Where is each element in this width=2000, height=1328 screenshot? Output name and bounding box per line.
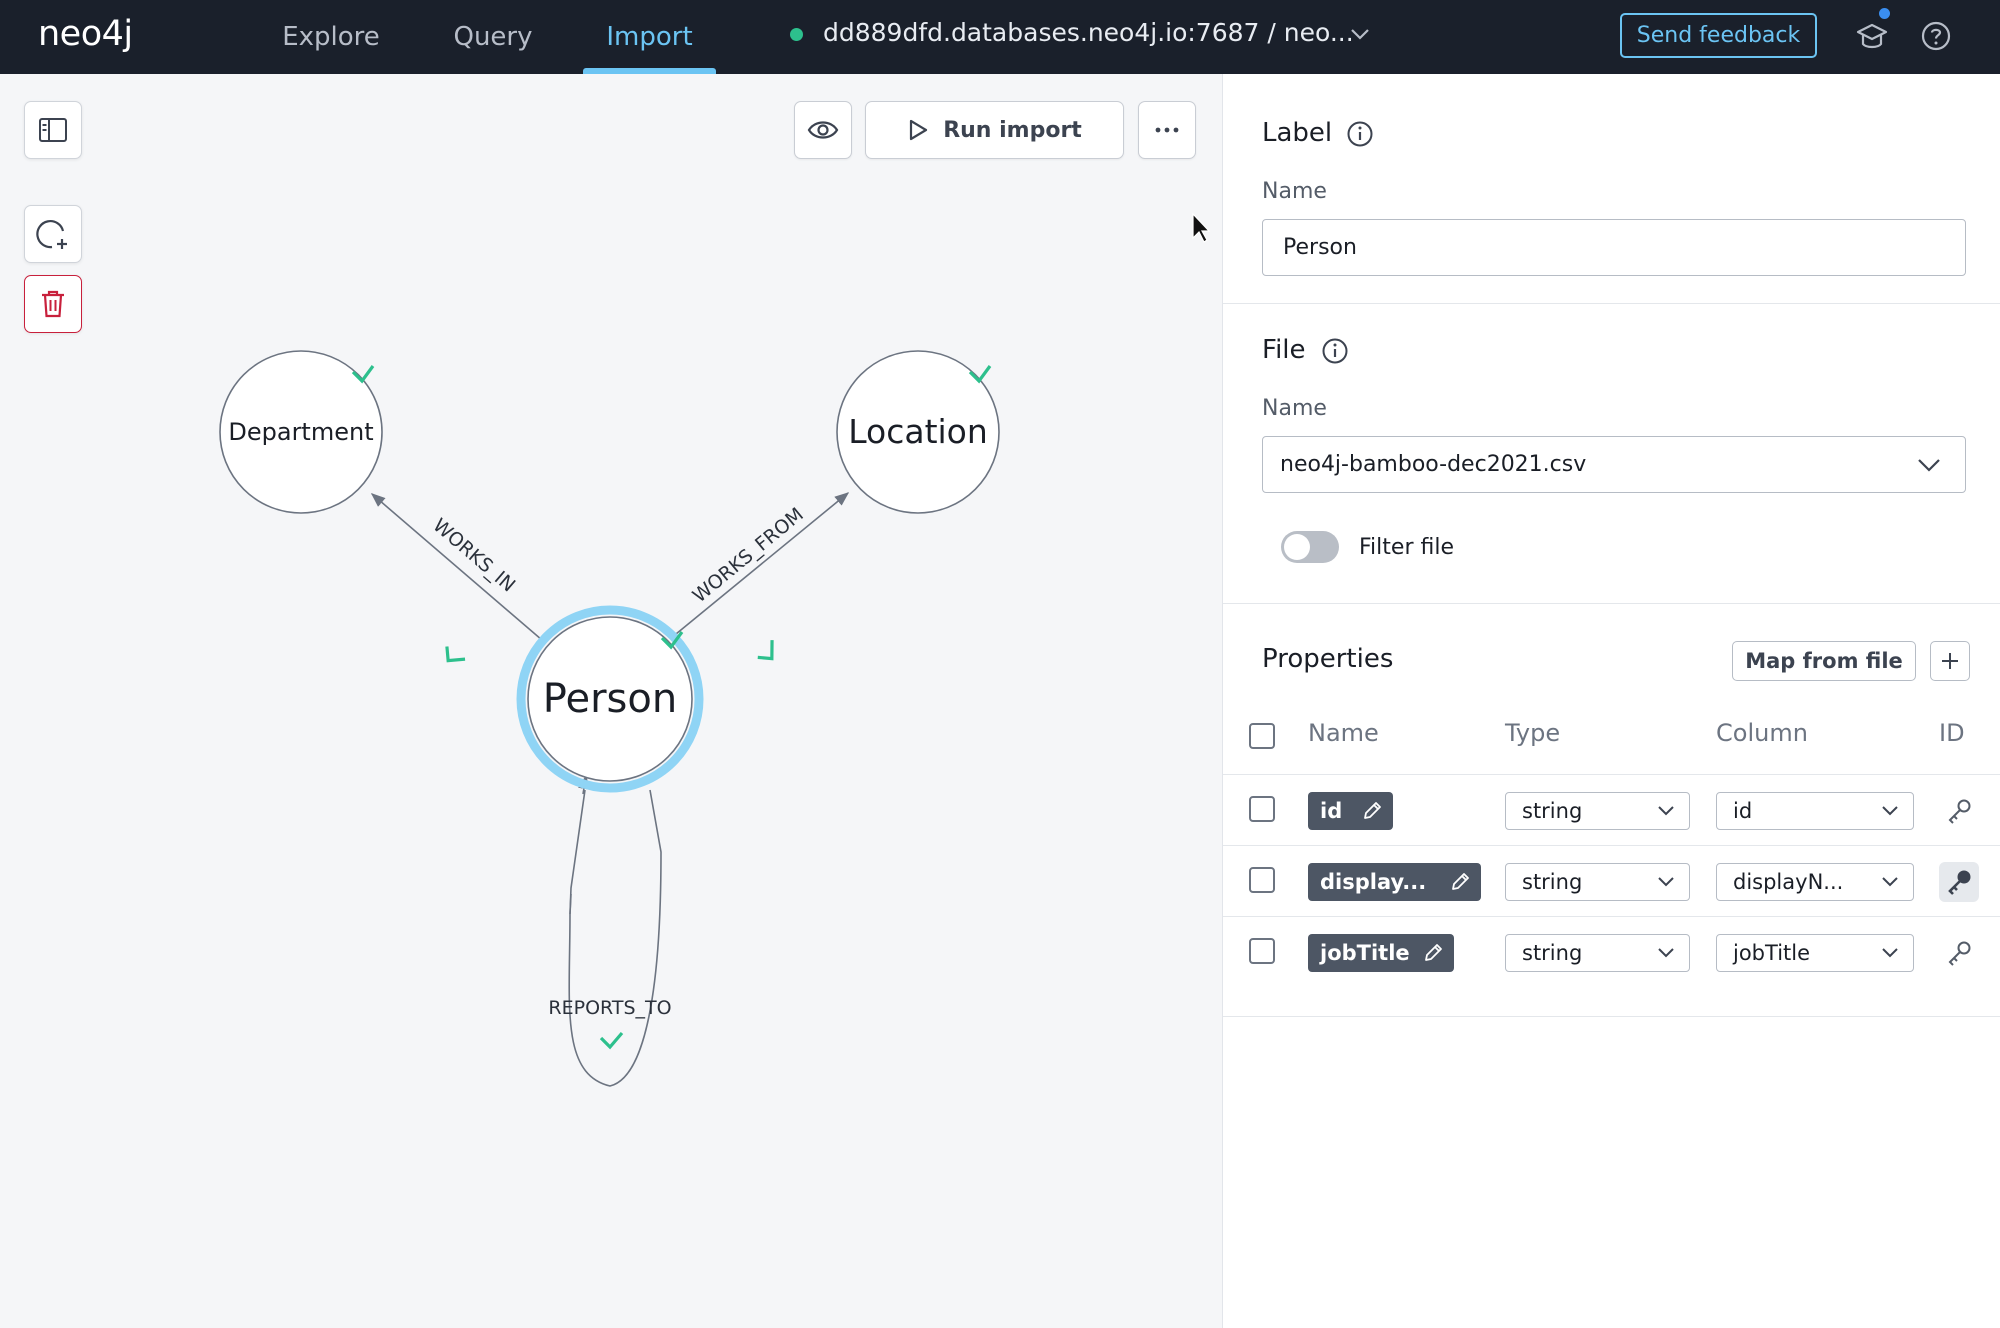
set-id-button[interactable] bbox=[1941, 935, 1977, 971]
row-checkbox[interactable] bbox=[1249, 938, 1275, 964]
relationship-works-in[interactable]: WORKS_IN bbox=[370, 493, 543, 668]
row-checkbox[interactable] bbox=[1249, 867, 1275, 893]
mouse-cursor-icon bbox=[1192, 212, 1211, 243]
relationship-works-from[interactable]: WORKS_FROM bbox=[675, 492, 850, 665]
add-property-button[interactable] bbox=[1930, 641, 1970, 681]
set-id-button[interactable] bbox=[1941, 793, 1977, 829]
column-header-id: ID bbox=[1939, 719, 1965, 747]
label-section-title: Label bbox=[1262, 118, 1333, 148]
property-column-value: jobTitle bbox=[1733, 941, 1811, 965]
pencil-icon[interactable] bbox=[1449, 871, 1471, 893]
mapped-check-icon bbox=[445, 646, 466, 663]
table-divider bbox=[1223, 774, 2000, 775]
column-header-name: Name bbox=[1308, 719, 1379, 747]
table-divider bbox=[1223, 1016, 2000, 1017]
relationship-label: WORKS_FROM bbox=[689, 503, 808, 607]
table-divider bbox=[1223, 916, 2000, 917]
nav-tab-import[interactable]: Import bbox=[583, 0, 716, 74]
pencil-icon[interactable] bbox=[1361, 800, 1383, 822]
chevron-down-icon bbox=[1882, 948, 1898, 958]
property-name: id bbox=[1320, 799, 1343, 823]
top-navigation-bar: neo4j Explore Query Import dd889dfd.data… bbox=[0, 0, 2000, 74]
file-select[interactable]: neo4j-bamboo-dec2021.csv bbox=[1262, 436, 1966, 493]
property-name: jobTitle bbox=[1320, 941, 1410, 965]
chevron-down-icon bbox=[1918, 459, 1940, 472]
filter-file-toggle[interactable] bbox=[1281, 531, 1339, 563]
key-icon bbox=[1948, 870, 1971, 895]
map-from-file-button[interactable]: Map from file bbox=[1732, 641, 1916, 681]
column-header-type: Type bbox=[1505, 719, 1561, 747]
connection-url[interactable]: dd889dfd.databases.neo4j.io:7687 / neo..… bbox=[823, 18, 1354, 47]
node-label: Department bbox=[228, 418, 373, 446]
info-icon[interactable] bbox=[1321, 337, 1349, 365]
plus-icon bbox=[1942, 653, 1958, 669]
property-type-select[interactable]: string bbox=[1505, 934, 1690, 972]
section-divider bbox=[1223, 603, 2000, 604]
node-department[interactable]: Department bbox=[219, 350, 383, 514]
neo4j-logo[interactable]: neo4j bbox=[38, 14, 133, 54]
property-column-value: displayN... bbox=[1733, 870, 1844, 894]
node-label: Person bbox=[543, 676, 677, 722]
file-select-value: neo4j-bamboo-dec2021.csv bbox=[1280, 452, 1587, 477]
relationship-reports-to[interactable]: REPORTS_TO bbox=[548, 774, 672, 1087]
column-header-column: Column bbox=[1716, 719, 1808, 747]
section-divider bbox=[1223, 303, 2000, 304]
send-feedback-button[interactable]: Send feedback bbox=[1620, 13, 1817, 58]
relationship-label: REPORTS_TO bbox=[548, 997, 671, 1019]
property-name: display... bbox=[1320, 870, 1427, 894]
graduation-cap-icon[interactable] bbox=[1854, 20, 1890, 54]
properties-section-title: Properties bbox=[1262, 644, 1394, 674]
label-name-label: Name bbox=[1262, 179, 1327, 204]
connection-status-dot bbox=[790, 28, 803, 41]
property-column-select[interactable]: jobTitle bbox=[1716, 934, 1914, 972]
property-column-select[interactable]: id bbox=[1716, 792, 1914, 830]
id-key-button-selected[interactable] bbox=[1939, 862, 1979, 902]
nav-tab-explore[interactable]: Explore bbox=[270, 0, 392, 74]
node-label: Location bbox=[848, 412, 988, 451]
select-all-checkbox[interactable] bbox=[1249, 723, 1275, 749]
nav-tab-query[interactable]: Query bbox=[432, 0, 554, 74]
chevron-down-icon bbox=[1658, 806, 1674, 816]
key-icon bbox=[1948, 941, 1971, 966]
key-icon bbox=[1948, 799, 1971, 824]
chevron-down-icon bbox=[1658, 948, 1674, 958]
property-name-chip[interactable]: display... bbox=[1308, 863, 1481, 901]
chevron-down-icon bbox=[1882, 877, 1898, 887]
filter-file-label: Filter file bbox=[1359, 535, 1454, 560]
notification-dot bbox=[1879, 8, 1890, 19]
chevron-down-icon bbox=[1882, 806, 1898, 816]
chevron-down-icon[interactable] bbox=[1348, 22, 1372, 46]
mapping-details-panel: Label Name Person File Name neo4j-bamboo… bbox=[1222, 74, 2000, 1328]
label-name-input[interactable]: Person bbox=[1262, 219, 1966, 276]
node-location[interactable]: Location bbox=[836, 350, 1000, 514]
property-type-value: string bbox=[1522, 799, 1583, 823]
relationship-label: WORKS_IN bbox=[428, 514, 519, 596]
info-icon[interactable] bbox=[1346, 120, 1374, 148]
chevron-down-icon bbox=[1658, 877, 1674, 887]
property-type-value: string bbox=[1522, 941, 1583, 965]
property-column-select[interactable]: displayN... bbox=[1716, 863, 1914, 901]
property-type-select[interactable]: string bbox=[1505, 863, 1690, 901]
table-divider bbox=[1223, 845, 2000, 846]
property-type-value: string bbox=[1522, 870, 1583, 894]
logo-text: neo4j bbox=[38, 14, 133, 54]
pencil-icon[interactable] bbox=[1422, 942, 1444, 964]
node-person[interactable]: Person bbox=[516, 605, 704, 793]
file-name-label: Name bbox=[1262, 396, 1327, 421]
help-circle-icon[interactable] bbox=[1920, 20, 1952, 52]
property-column-value: id bbox=[1733, 799, 1753, 823]
mapped-check-icon bbox=[757, 640, 774, 661]
property-type-select[interactable]: string bbox=[1505, 792, 1690, 830]
mapped-check-icon bbox=[599, 1031, 624, 1050]
property-name-chip[interactable]: id bbox=[1308, 792, 1393, 830]
graph-model[interactable]: WORKS_IN WORKS_FROM REPORTS_TO Departmen… bbox=[0, 74, 1222, 1328]
toggle-knob bbox=[1284, 534, 1310, 560]
graph-canvas[interactable]: Run import WORKS_IN WORKS_FROM REPORTS_T… bbox=[0, 74, 1222, 1328]
row-checkbox[interactable] bbox=[1249, 796, 1275, 822]
file-section-title: File bbox=[1262, 335, 1306, 365]
property-name-chip[interactable]: jobTitle bbox=[1308, 934, 1454, 972]
